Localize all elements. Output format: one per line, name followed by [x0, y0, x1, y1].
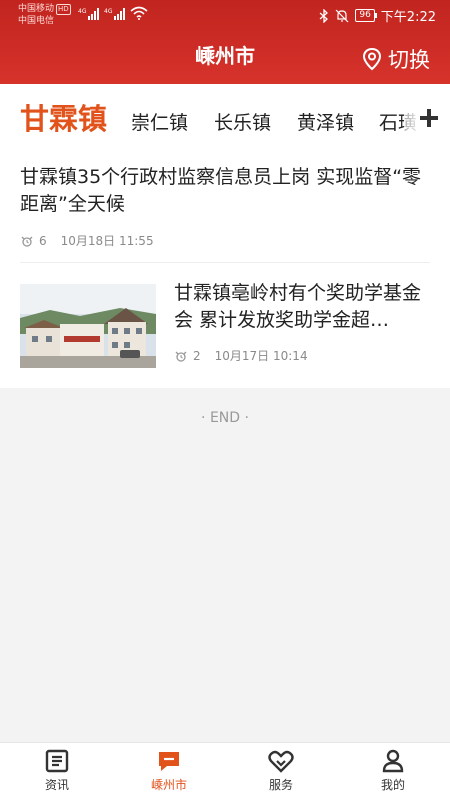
news-item-1[interactable]: 甘霖镇35个行政村监察信息员上岗 实现监督“零距离”全天候 6 10月18日 1… — [20, 164, 430, 249]
views-count-1: 6 — [39, 233, 47, 248]
battery-indicator: 96 — [355, 9, 378, 22]
service-icon — [268, 750, 294, 773]
tab-huangze[interactable]: 黄泽镇 — [297, 108, 354, 135]
signal-icon-1: 4G — [78, 8, 100, 20]
views-icon — [21, 236, 33, 247]
hd-badge: HD — [56, 4, 71, 15]
profile-icon — [382, 749, 404, 773]
end-marker: · END · — [201, 410, 249, 426]
views-icon — [175, 351, 187, 362]
news-title-2: 甘霖镇亳岭村有个奖助学基金会 累计发放奖助学金超… — [174, 282, 422, 331]
nav-city-label: 嵊州市 — [150, 778, 187, 792]
tab-chongren[interactable]: 崇仁镇 — [131, 108, 188, 135]
bottom-nav: 资讯 嵊州市 服务 我的 — [0, 742, 450, 800]
plus-icon — [420, 109, 438, 127]
building-photo — [20, 284, 156, 368]
header-bar: 中国移动 HD 中国电信 4G 4G 96 下午2:22 嵊州市 切换 — [0, 0, 450, 84]
nav-profile-label: 我的 — [380, 778, 405, 792]
location-pin-icon — [362, 47, 382, 71]
news-time-1: 10月18日 11:55 — [60, 234, 154, 248]
nav-service[interactable]: 服务 — [236, 749, 326, 793]
news-meta-2: 2 10月17日 10:14 — [174, 347, 432, 364]
news-time-2: 10月17日 10:14 — [214, 349, 308, 363]
signal-icon-2: 4G — [104, 8, 126, 20]
status-right: 96 下午2:22 — [319, 6, 436, 25]
mute-bell-icon — [335, 9, 349, 22]
nav-profile[interactable]: 我的 — [348, 749, 438, 793]
town-tabs: 甘霖镇 崇仁镇 长乐镇 黄泽镇 石璜 — [0, 84, 450, 148]
news-meta-1: 6 10月18日 11:55 — [20, 232, 430, 249]
clock: 下午2:22 — [380, 10, 436, 25]
add-tab-button[interactable] — [404, 98, 450, 138]
status-bar: 中国移动 HD 中国电信 4G 4G 96 下午2:22 — [0, 0, 450, 32]
chat-icon — [159, 752, 179, 771]
nav-service-label: 服务 — [268, 778, 293, 792]
nav-city[interactable]: 嵊州市 — [124, 749, 214, 793]
news-title-1: 甘霖镇35个行政村监察信息员上岗 实现监督“零距离”全天候 — [20, 166, 422, 215]
carrier-2: 中国电信 — [18, 16, 55, 26]
switch-city-button[interactable]: 切换 — [362, 44, 430, 74]
tab-ganlin[interactable]: 甘霖镇 — [20, 96, 107, 138]
carrier-1: 中国移动 — [18, 4, 55, 14]
news-list: 甘霖镇35个行政村监察信息员上岗 实现监督“零距离”全天候 6 10月18日 1… — [0, 148, 450, 388]
news-icon — [45, 749, 69, 773]
news-item-2[interactable]: 甘霖镇亳岭村有个奖助学基金会 累计发放奖助学金超… 2 10月17日 10:14 — [20, 280, 430, 372]
nav-news-label: 资讯 — [44, 778, 69, 792]
views-count-2: 2 — [193, 348, 201, 363]
news-thumbnail — [20, 284, 156, 368]
wifi-icon — [130, 6, 148, 20]
nav-news[interactable]: 资讯 — [12, 749, 102, 793]
carrier-info: 中国移动 HD 中国电信 — [18, 3, 71, 27]
divider — [20, 262, 430, 263]
bluetooth-icon — [319, 8, 329, 23]
tab-changle[interactable]: 长乐镇 — [214, 108, 271, 135]
switch-label: 切换 — [388, 48, 430, 72]
